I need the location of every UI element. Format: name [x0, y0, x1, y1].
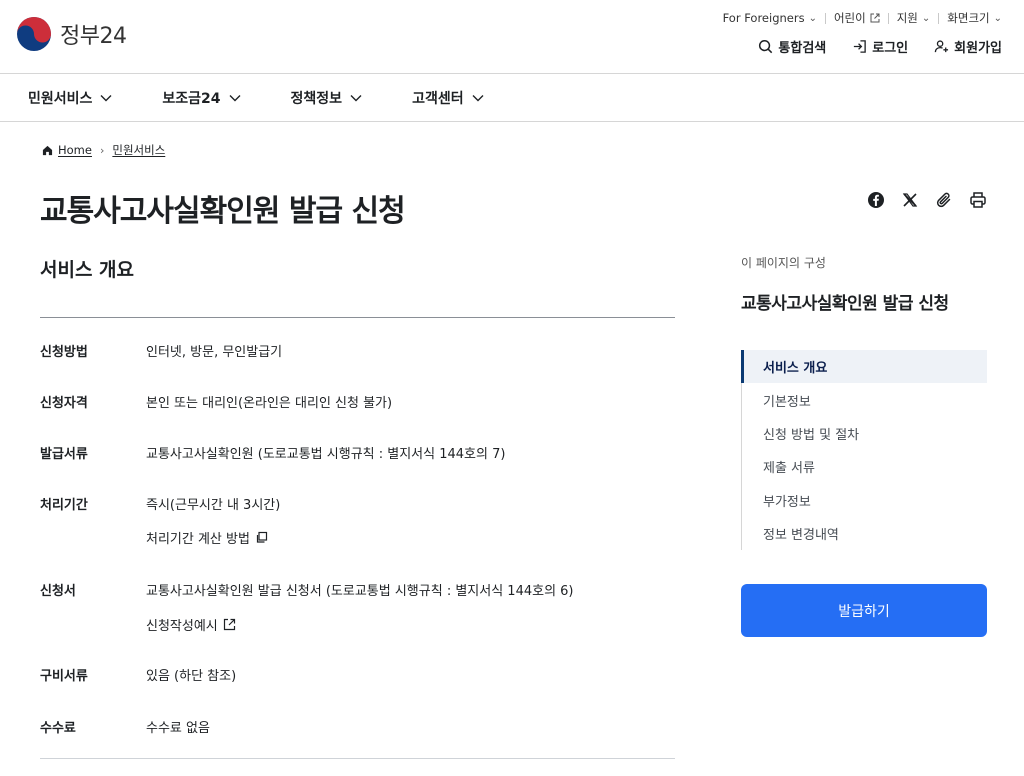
- x-share-button[interactable]: [900, 190, 920, 210]
- toc-caption: 이 페이지의 구성: [741, 256, 826, 270]
- toc-item-method-procedure[interactable]: 신청 방법 및 절차: [742, 417, 987, 450]
- info-label: 신청자격: [40, 396, 88, 411]
- breadcrumb: Home › 민원서비스: [42, 142, 165, 158]
- taeguk-logo-icon: [17, 17, 51, 51]
- toc-item-additional-info[interactable]: 부가정보: [742, 484, 987, 517]
- info-value: 교통사고사실확인원 (도로교통법 시행규칙 : 별지서식 144호의 7): [146, 447, 506, 462]
- facebook-icon: [868, 192, 884, 208]
- info-label: 수수료: [40, 721, 76, 736]
- external-link-icon: [870, 13, 880, 23]
- x-icon: [902, 193, 918, 207]
- divider: [40, 758, 675, 759]
- toc-list: 서비스 개요 기본정보 신청 방법 및 절차 제출 서류 부가정보 정보 변경내…: [741, 350, 987, 551]
- toc-title: 교통사고사실확인원 발급 신청: [741, 294, 949, 314]
- info-label: 구비서류: [40, 669, 88, 684]
- info-row-required-docs: 구비서류 있음 (하단 참조): [40, 665, 675, 684]
- info-label: 신청방법: [40, 345, 88, 360]
- logo[interactable]: 정부24: [16, 16, 127, 52]
- util-link-screen-size[interactable]: 화면크기 ⌄: [947, 10, 1002, 26]
- chevron-down-icon: [100, 94, 112, 101]
- popup-icon: [256, 531, 268, 543]
- info-row-eligibility: 신청자격 본인 또는 대리인(온라인은 대리인 신청 불가): [40, 392, 675, 411]
- chevron-down-icon: [350, 94, 362, 101]
- toc-item-change-history[interactable]: 정보 변경내역: [742, 517, 987, 550]
- divider: [938, 12, 940, 24]
- divider: [824, 12, 826, 24]
- login-button[interactable]: 로그인: [852, 37, 908, 56]
- chevron-down-icon: ⌄: [921, 12, 931, 24]
- info-row-processing-time: 처리기간 즉시(근무시간 내 3시간) 처리기간 계산 방법: [40, 494, 675, 547]
- nav-item-civil-service[interactable]: 민원서비스: [28, 88, 112, 108]
- info-value: 교통사고사실확인원 발급 신청서 (도로교통법 시행규칙 : 별지서식 144호…: [146, 584, 574, 599]
- info-row-documents: 발급서류 교통사고사실확인원 (도로교통법 시행규칙 : 별지서식 144호의 …: [40, 443, 675, 462]
- divider: [887, 12, 889, 24]
- home-icon: [42, 145, 53, 155]
- info-row-method: 신청방법 인터넷, 방문, 무인발급기: [40, 341, 675, 360]
- signup-button[interactable]: 회원가입: [934, 37, 1002, 56]
- issue-button[interactable]: 발급하기: [741, 584, 987, 637]
- info-row-fee: 수수료 수수료 없음: [40, 717, 675, 736]
- search-icon: [759, 39, 773, 54]
- facebook-share-button[interactable]: [866, 190, 886, 210]
- toc-item-basic-info[interactable]: 기본정보: [742, 383, 987, 416]
- info-value: 본인 또는 대리인(온라인은 대리인 신청 불가): [146, 396, 393, 411]
- nav-item-subsidy[interactable]: 보조금24: [162, 88, 241, 108]
- nav-item-customer-center[interactable]: 고객센터: [412, 88, 484, 108]
- info-value: 즉시(근무시간 내 3시간): [146, 498, 281, 513]
- util-link-foreigners[interactable]: For Foreigners ⌄: [723, 11, 817, 25]
- processing-time-calc-link[interactable]: 처리기간 계산 방법: [146, 528, 280, 547]
- user-links: 통합검색 로그인 회원가입: [758, 37, 1002, 56]
- section-title: 서비스 개요: [40, 259, 135, 281]
- toc-item-submit-docs[interactable]: 제출 서류: [742, 450, 987, 483]
- chevron-down-icon: ⌄: [808, 12, 817, 24]
- utility-links: For Foreigners ⌄ 어린이 지원 ⌄ 화면크기 ⌄: [723, 10, 1002, 26]
- form-example-link[interactable]: 신청작성예시: [146, 615, 574, 634]
- login-icon: [854, 40, 867, 53]
- toc-item-service-overview[interactable]: 서비스 개요: [741, 350, 987, 384]
- breadcrumb-current[interactable]: 민원서비스: [112, 142, 165, 158]
- print-button[interactable]: [968, 190, 988, 210]
- external-link-icon: [223, 618, 235, 631]
- info-label: 처리기간: [40, 498, 88, 513]
- info-label: 신청서: [40, 584, 76, 599]
- site-header: 정부24 For Foreigners ⌄ 어린이 지원 ⌄ 화면크기 ⌄ 통합…: [0, 0, 1024, 74]
- divider: [40, 317, 675, 318]
- chevron-down-icon: [472, 94, 484, 101]
- main-nav: 민원서비스 보조금24 정책정보 고객센터: [0, 74, 1024, 122]
- logo-text: 정부24: [60, 24, 127, 49]
- util-link-kids[interactable]: 어린이: [834, 10, 880, 26]
- info-label: 발급서류: [40, 447, 88, 462]
- chevron-down-icon: [229, 94, 241, 101]
- printer-icon: [970, 192, 986, 208]
- util-link-support[interactable]: 지원 ⌄: [897, 10, 931, 26]
- page-title: 교통사고사실확인원 발급 신청: [40, 194, 406, 229]
- copy-link-button[interactable]: [934, 190, 954, 210]
- info-row-application-form: 신청서 교통사고사실확인원 발급 신청서 (도로교통법 시행규칙 : 별지서식 …: [40, 580, 675, 634]
- search-button[interactable]: 통합검색: [758, 37, 826, 56]
- info-value: 수수료 없음: [146, 721, 210, 736]
- nav-item-policy[interactable]: 정책정보: [291, 88, 363, 108]
- info-value: 인터넷, 방문, 무인발급기: [146, 345, 283, 360]
- breadcrumb-home[interactable]: Home: [42, 143, 92, 157]
- chevron-down-icon: ⌄: [993, 12, 1002, 24]
- user-plus-icon: [934, 40, 949, 53]
- info-value: 있음 (하단 참조): [146, 669, 237, 684]
- share-tools: [866, 190, 988, 210]
- paperclip-icon: [936, 192, 951, 208]
- chevron-right-icon: ›: [99, 143, 105, 157]
